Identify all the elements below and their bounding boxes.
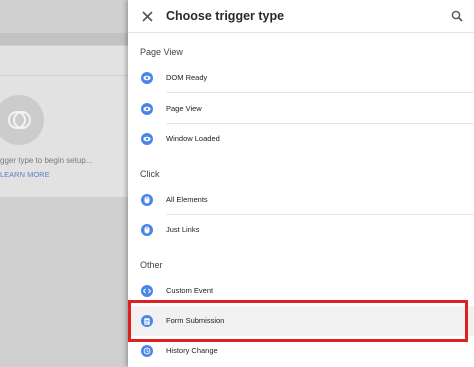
trigger-option-custom-event[interactable]: Custom Event: [128, 276, 474, 306]
section-label-page-view: Page View: [140, 47, 183, 57]
trigger-placeholder-icon[interactable]: [0, 95, 44, 145]
section-label-other: Other: [140, 260, 163, 270]
eye-icon: [141, 103, 153, 115]
trigger-option-label: Form Submission: [166, 316, 225, 325]
panel-title: Choose trigger type: [166, 9, 285, 23]
panel-header: Choose trigger type: [128, 0, 474, 33]
background-toolbar: [0, 33, 130, 45]
trigger-option-page-view[interactable]: Page View: [128, 94, 474, 124]
trigger-option-form-submission[interactable]: Form Submission: [128, 306, 474, 336]
trigger-option-label: Window Loaded: [166, 134, 220, 143]
trigger-option-window-loaded[interactable]: Window Loaded: [128, 124, 474, 154]
mouse-icon: [141, 224, 153, 236]
trigger-option-all-elements[interactable]: All Elements: [128, 185, 474, 215]
trigger-option-label: Just Links: [166, 225, 200, 234]
trigger-option-dom-ready[interactable]: DOM Ready: [128, 63, 474, 93]
background-trigger-card[interactable]: gger type to begin setup... LEARN MORE: [0, 45, 130, 197]
form-icon: [141, 315, 153, 327]
eye-icon: [141, 72, 153, 84]
divider: [0, 75, 130, 76]
trigger-option-label: Page View: [166, 104, 202, 113]
learn-more-link[interactable]: LEARN MORE: [0, 170, 50, 179]
eye-icon: [141, 133, 153, 145]
trigger-option-just-links[interactable]: Just Links: [128, 215, 474, 245]
history-icon: [141, 345, 153, 357]
trigger-option-history-change[interactable]: History Change: [128, 336, 474, 366]
divider: [166, 92, 474, 93]
code-icon: [141, 285, 153, 297]
trigger-type-panel: Choose trigger type Page View DOM Ready …: [128, 0, 474, 367]
close-button[interactable]: [138, 7, 156, 25]
trigger-option-label: Custom Event: [166, 286, 214, 295]
setup-hint-text: gger type to begin setup...: [0, 156, 93, 165]
search-button[interactable]: [448, 7, 466, 25]
trigger-option-label: All Elements: [166, 195, 208, 204]
close-icon: [141, 10, 153, 22]
mouse-icon: [141, 194, 153, 206]
search-icon: [451, 10, 463, 22]
section-label-click: Click: [140, 169, 160, 179]
trigger-option-label: History Change: [166, 346, 218, 355]
trigger-option-label: DOM Ready: [166, 73, 208, 82]
